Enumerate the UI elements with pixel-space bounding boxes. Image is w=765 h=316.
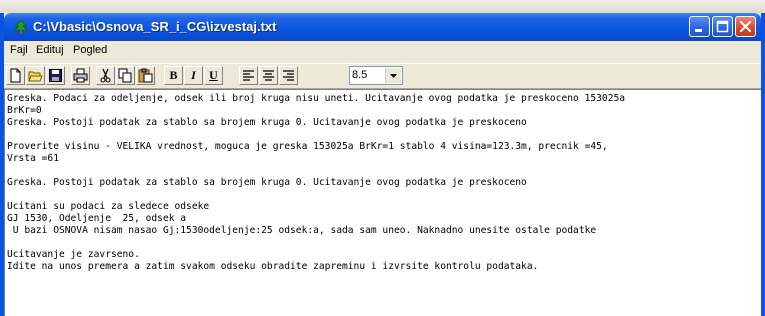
document-text-area[interactable]: Greska. Podaci za odeljenje, odsek ili b… [4,89,761,316]
open-folder-icon [28,71,43,82]
close-icon [739,20,752,33]
copy-icon [118,68,132,83]
text-line: U bazi OSNOVA nisam nasao Gj:1530odeljen… [7,225,597,236]
align-right-icon [283,70,294,81]
new-button[interactable] [6,66,25,85]
align-left-button[interactable] [239,66,258,85]
scissors-icon [100,68,111,83]
text-line: Ucitavanje je zavrseno. [7,249,140,260]
text-line: Ucitani su podaci za sledece odseke [7,201,210,212]
italic-button[interactable]: I [184,66,203,85]
align-center-icon [263,70,274,81]
text-line: GJ 1530, Odeljenje 25, odsek a [7,213,187,224]
background-strip [0,0,765,13]
bold-button[interactable]: B [164,66,183,85]
align-left-icon [243,70,254,81]
align-right-button[interactable] [279,66,298,85]
minimize-button[interactable] [689,16,710,37]
window-title: C:\Vbasic\Osnova_SR_i_CG\izvestaj.txt [33,19,277,34]
tree-icon [14,19,28,35]
menu-pogled[interactable]: Pogled [73,44,107,56]
dropdown-arrow[interactable] [385,68,401,83]
text-line: Idite na unos premera a zatim svakom ods… [7,261,539,272]
align-center-button[interactable] [259,66,278,85]
save-button[interactable] [46,66,65,85]
printer-icon [73,68,88,83]
text-line: Greska. Postoji podatak za stablo sa bro… [7,177,527,188]
print-button[interactable] [71,66,90,85]
underline-button[interactable]: U [204,66,223,85]
menu-edituj[interactable]: Edituj [36,44,64,56]
text-line: Vrsta =61 [7,153,59,164]
cut-button[interactable] [96,66,115,85]
text-line: Greska. Podaci za odeljenje, odsek ili b… [7,93,626,104]
close-button[interactable] [735,16,756,37]
save-icon [49,69,62,82]
new-file-icon [10,68,21,83]
text-line: Proverite visinu - VELIKA vrednost, mogu… [7,141,608,152]
copy-button[interactable] [116,66,135,85]
font-size-value: 8.5 [352,69,368,81]
font-size-select[interactable]: 8.5 [349,66,403,85]
toolbar: B I U 8.5 [4,63,761,89]
paste-icon [138,68,153,83]
maximize-button[interactable] [712,16,733,37]
paste-button[interactable] [136,66,155,85]
menu-bar: Fajl Edituj Pogled [4,41,761,61]
chevron-down-icon [390,74,397,78]
open-button[interactable] [26,66,45,85]
menu-fajl[interactable]: Fajl [10,44,28,56]
maximize-icon [716,20,729,33]
text-line: BrKr=0 [7,105,42,116]
notepad-window: C:\Vbasic\Osnova_SR_i_CG\izvestaj.txt Fa… [0,13,765,316]
minimize-icon [695,29,702,32]
title-bar[interactable]: C:\Vbasic\Osnova_SR_i_CG\izvestaj.txt [4,13,761,41]
text-line: Greska. Postoji podatak za stablo sa bro… [7,117,527,128]
